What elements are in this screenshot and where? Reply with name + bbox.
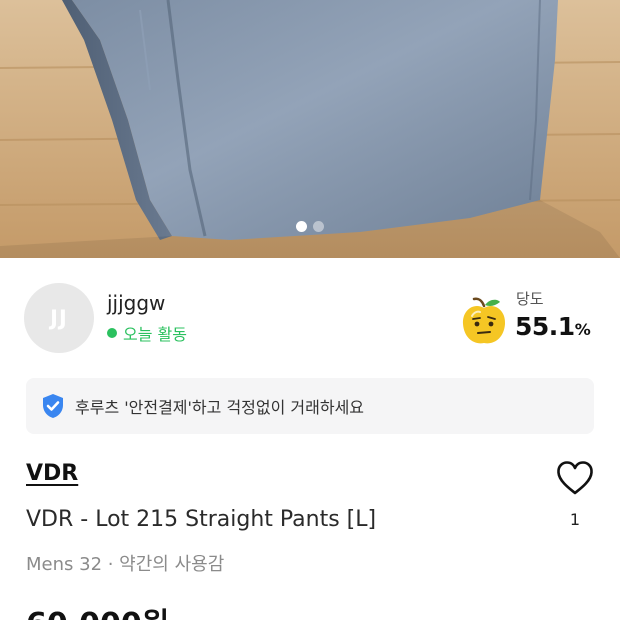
product-photo[interactable] <box>0 0 620 258</box>
brand-link[interactable]: VDR <box>26 461 78 486</box>
sweetness-unit: % <box>574 320 591 339</box>
avatar[interactable]: JJ <box>24 283 94 353</box>
sweetness-rating[interactable]: 당도 55.1% <box>460 288 596 348</box>
seller-name[interactable]: jjjggw <box>107 291 165 315</box>
seller-info[interactable]: JJ jjjggw 오늘 활동 당도 55.1% <box>24 283 596 355</box>
like-count: 1 <box>569 510 581 529</box>
product-price: 60,000원 <box>26 599 169 620</box>
safe-payment-text: 후루츠 '안전결제'하고 걱정없이 거래하세요 <box>75 398 365 417</box>
online-dot-icon <box>107 328 117 338</box>
like-button[interactable]: 1 <box>555 460 595 540</box>
carousel-dot[interactable] <box>313 221 324 232</box>
shield-check-icon <box>43 394 63 418</box>
sweetness-label: 당도 <box>516 290 544 308</box>
seller-activity-status: 오늘 활동 <box>107 321 187 345</box>
carousel-dot-active[interactable] <box>296 221 307 232</box>
jeans-image <box>0 0 620 258</box>
heart-icon <box>557 461 593 495</box>
sweetness-value: 55.1% <box>515 312 591 341</box>
apple-face-icon <box>462 297 506 344</box>
product-meta: Mens 32 · 약간의 사용감 <box>26 554 225 575</box>
seller-status-label: 오늘 활동 <box>123 325 187 344</box>
safe-payment-banner[interactable]: 후루츠 '안전결제'하고 걱정없이 거래하세요 <box>26 378 594 434</box>
product-title: VDR - Lot 215 Straight Pants [L] <box>26 507 377 532</box>
sweetness-number: 55.1 <box>515 312 575 341</box>
carousel-indicator <box>0 221 620 232</box>
